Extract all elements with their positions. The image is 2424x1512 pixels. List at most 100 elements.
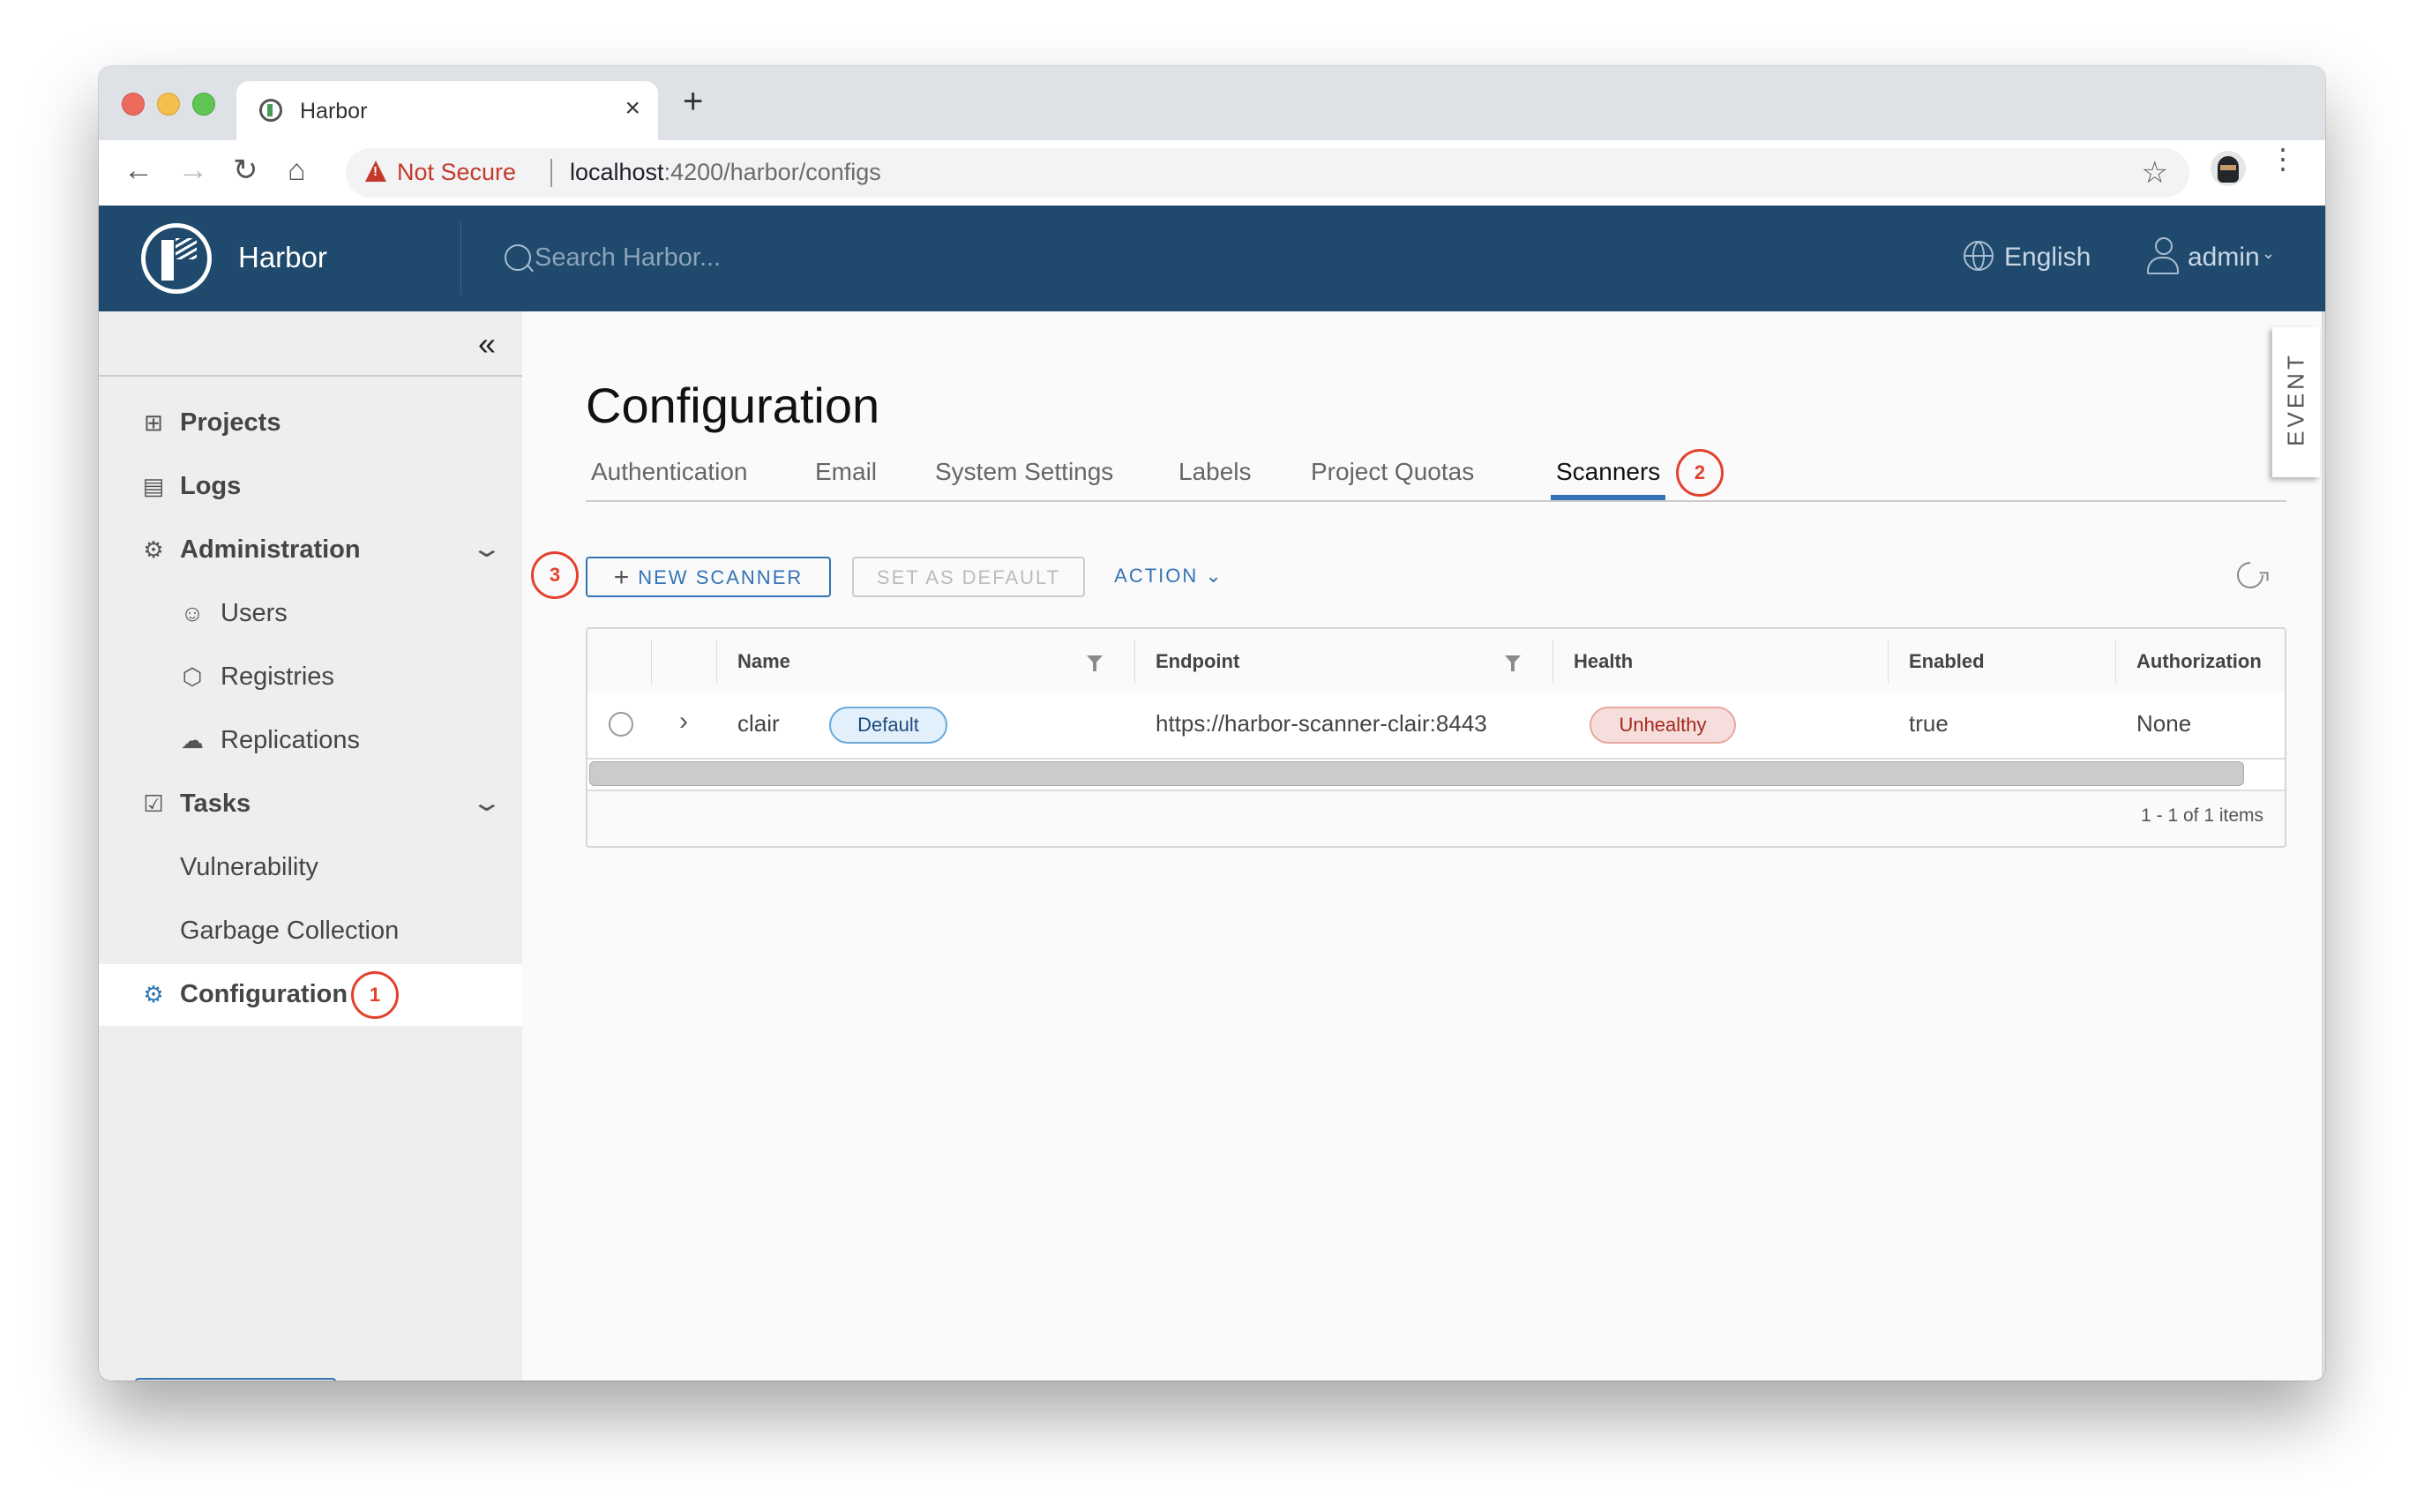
sidebar-item-garbage-collection[interactable]: Garbage Collection [99,901,522,962]
chevron-down-icon: ⌄ [1205,565,1223,587]
grid-header: Name Endpoint Health Enabled Authorizati… [587,629,2285,694]
tab-project-quotas[interactable]: Project Quotas [1306,454,1479,500]
chevron-right-icon[interactable]: › [679,707,688,737]
plus-icon: + [613,563,632,592]
column-header-authorization[interactable]: Authorization [2115,629,2285,692]
column-separator [2115,640,2116,684]
action-dropdown[interactable]: ACTION ⌄ [1111,557,1226,597]
back-icon[interactable]: ← [123,153,153,188]
security-status[interactable]: Not Secure [397,159,516,186]
sidebar-item-tasks[interactable]: ☑ Tasks ⌄ [99,774,522,835]
api-explorer-button[interactable]: API EXPLORER [135,1378,336,1381]
sidebar-item-label: Configuration [180,980,348,1008]
tab-scanners[interactable]: Scanners [1551,454,1666,500]
new-scanner-label: NEW SCANNER [638,566,804,588]
step-callout-3: 3 [531,551,579,599]
replications-icon: ☁ [181,727,204,753]
sidebar: « ⊞ Projects ▤ Logs ⚙ Administration ⌄ ☺… [99,311,522,1381]
column-header-enabled[interactable]: Enabled [1888,629,2115,692]
health-status-badge: Unhealthy [1590,707,1736,744]
collapse-sidebar-icon[interactable]: « [478,326,496,363]
sidebar-item-administration[interactable]: ⚙ Administration ⌄ [99,520,522,581]
reload-icon[interactable]: ↻ [233,153,258,188]
bookmark-star-icon[interactable]: ☆ [2142,155,2168,191]
sidebar-item-logs[interactable]: ▤ Logs [99,456,522,518]
config-tabs: Authentication Email System Settings Lab… [586,454,2286,502]
column-label: Health [1574,650,1634,672]
column-header-health[interactable]: Health [1552,629,1888,692]
address-divider [550,159,552,187]
sidebar-item-users[interactable]: ☺ Users [99,583,522,645]
search-icon [505,244,531,271]
event-side-tab[interactable]: EVENT [2272,327,2320,477]
sidebar-item-label: Garbage Collection [180,917,400,945]
home-icon[interactable]: ⌂ [288,153,306,188]
url-text[interactable]: localhost:4200/harbor/configs [570,159,881,186]
url-path: :4200/harbor/configs [663,159,881,185]
new-scanner-button[interactable]: + NEW SCANNER [586,557,831,597]
browser-window: Harbor × + ← → ↻ ⌂ Not Secure localhost:… [99,66,2325,1381]
expand-column-header [651,629,716,692]
refresh-icon[interactable] [2231,556,2270,595]
window-close-button[interactable] [122,93,145,116]
tab-email[interactable]: Email [810,454,882,500]
logs-icon: ▤ [142,473,165,499]
window-minimize-button[interactable] [157,93,180,116]
set-as-default-button[interactable]: SET AS DEFAULT [852,557,1085,597]
table-row[interactable]: › clair Default https://harbor-scanner-c… [587,692,2285,760]
user-menu[interactable]: admin [2188,243,2260,273]
page-title: Configuration [586,378,880,433]
app-brand[interactable]: Harbor [238,241,327,274]
filter-icon[interactable] [1087,655,1103,671]
browser-tab-harbor[interactable]: Harbor × [236,81,658,140]
sidebar-item-projects[interactable]: ⊞ Projects [99,393,522,454]
column-header-endpoint[interactable]: Endpoint [1134,629,1552,692]
close-tab-icon[interactable]: × [625,94,640,124]
new-tab-button[interactable]: + [683,84,703,119]
step-callout-2: 2 [1676,449,1724,497]
sidebar-item-label: Logs [180,472,242,500]
chevron-down-icon[interactable]: ⌄ [470,788,504,817]
sidebar-item-label: Projects [180,408,281,437]
tab-system-settings[interactable]: System Settings [930,454,1118,500]
tab-labels[interactable]: Labels [1173,454,1257,500]
cell-enabled: true [1909,710,1949,737]
horizontal-scrollbar[interactable] [587,760,2285,791]
filter-icon[interactable] [1505,655,1521,671]
sidebar-item-label: Registries [221,662,334,691]
language-selector[interactable]: English [2004,243,2091,273]
tab-authentication[interactable]: Authentication [586,454,752,500]
profile-avatar[interactable] [2211,151,2246,186]
window-zoom-button[interactable] [192,93,215,116]
address-bar[interactable]: Not Secure localhost:4200/harbor/configs… [346,148,2189,198]
sidebar-item-vulnerability[interactable]: Vulnerability [99,837,522,899]
browser-menu-icon[interactable]: ⋮ [2269,145,2297,173]
app-header: Harbor Search Harbor... English admin ⌄ [99,206,2325,311]
tasks-icon: ☑ [143,790,164,817]
projects-icon: ⊞ [144,409,163,436]
browser-tab-title: Harbor [300,99,368,124]
chevron-down-icon[interactable]: ⌄ [2262,244,2275,263]
sidebar-item-replications[interactable]: ☁ Replications [99,710,522,772]
column-separator [1888,640,1889,684]
search-input[interactable]: Search Harbor... [535,243,721,273]
sidebar-item-configuration[interactable]: ⚙ Configuration [99,964,522,1026]
browser-toolbar: ← → ↻ ⌂ Not Secure localhost:4200/harbor… [99,140,2325,206]
page-scrollbar[interactable] [2322,311,2325,1381]
harbor-logo-icon[interactable] [141,223,212,294]
cell-authorization: None [2136,710,2192,737]
forward-icon[interactable]: → [178,153,208,188]
row-select-radio[interactable] [609,712,633,737]
column-separator [1552,640,1553,684]
sidebar-item-registries[interactable]: ⬡ Registries [99,647,522,708]
column-separator [1134,640,1135,684]
scrollbar-thumb[interactable] [589,761,2244,786]
header-divider [460,221,461,296]
column-label: Endpoint [1156,650,1240,672]
harbor-favicon-icon [259,99,282,122]
action-label: ACTION [1114,565,1199,587]
gear-icon: ⚙ [143,981,164,1007]
column-header-name[interactable]: Name [716,629,1134,692]
chevron-down-icon[interactable]: ⌄ [470,534,504,563]
sidebar-item-label: Administration [180,535,361,564]
